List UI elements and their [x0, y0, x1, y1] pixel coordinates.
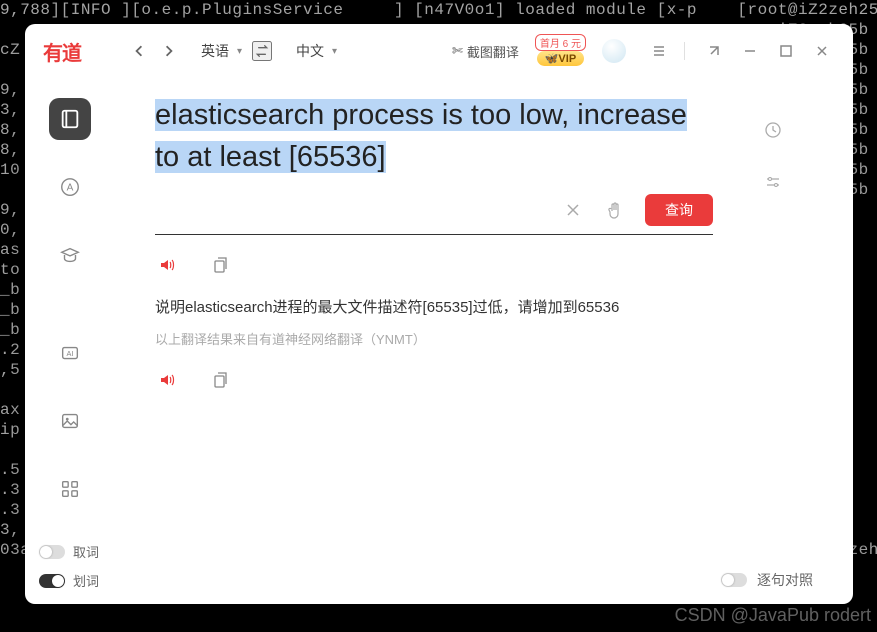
main-content: elasticsearch process is too low, increa… — [115, 78, 745, 604]
right-rail — [745, 78, 801, 604]
toggle-huaci[interactable]: 划词 — [39, 571, 115, 590]
speaker-icon — [158, 371, 176, 389]
menu-button[interactable] — [646, 38, 672, 64]
target-language-label: 中文 — [296, 41, 324, 61]
clock-icon — [764, 121, 782, 139]
translation-result-text: 说明elasticsearch进程的最大文件描述符[65535]过低，请增加到6… — [155, 295, 713, 321]
avatar[interactable] — [602, 39, 626, 63]
speak-source-button[interactable] — [155, 253, 179, 277]
close-icon — [564, 201, 582, 219]
query-button[interactable]: 查询 — [645, 194, 713, 226]
copy-source-button[interactable] — [207, 253, 231, 277]
svg-text:AI: AI — [67, 349, 74, 358]
image-icon — [59, 410, 81, 432]
scissors-icon: ✄ — [452, 43, 463, 59]
divider — [684, 42, 685, 60]
sliders-icon — [764, 173, 782, 191]
vip-promo-label: 首月 6 元 — [535, 34, 586, 51]
sidebar-item-image[interactable] — [49, 400, 91, 442]
handwrite-button[interactable] — [603, 198, 627, 222]
speaker-icon — [158, 256, 176, 274]
body-area: A AI 取词 划词 — [25, 78, 853, 604]
minimize-button[interactable] — [737, 38, 763, 64]
sidebar-item-annotate[interactable]: A — [49, 166, 91, 208]
apps-icon — [59, 478, 81, 500]
book-icon — [59, 108, 81, 130]
sidebar-item-dictionary[interactable] — [49, 98, 91, 140]
youdao-window: 有道 英语 ▾ 中文 ▾ ✄ 截图翻译 首月 6 元 🦋 VIP — [25, 24, 853, 604]
target-language-select[interactable]: 中文 ▾ — [296, 41, 337, 61]
source-text-selection: elasticsearch process is too low, increa… — [155, 99, 687, 173]
toggle-label: 划词 — [73, 571, 99, 590]
sidebar-item-learn[interactable] — [49, 234, 91, 276]
graduation-cap-icon — [59, 244, 81, 266]
a-circle-icon: A — [59, 176, 81, 198]
clear-button[interactable] — [561, 198, 585, 222]
footer-toggle: 逐句对照 — [721, 570, 813, 590]
toggle-quci[interactable]: 取词 — [39, 542, 115, 561]
settings-button[interactable] — [761, 170, 785, 194]
source-language-label: 英语 — [201, 41, 229, 61]
result-actions-1 — [155, 253, 713, 277]
input-section: elasticsearch process is too low, increa… — [155, 88, 713, 235]
chevron-down-icon: ▾ — [332, 46, 337, 57]
popout-button[interactable] — [701, 38, 727, 64]
svg-text:A: A — [67, 183, 74, 194]
ai-icon: AI — [59, 342, 81, 364]
close-button[interactable] — [809, 38, 835, 64]
sidebar-item-apps[interactable] — [49, 468, 91, 510]
screenshot-translate-label: 截图翻译 — [467, 42, 519, 61]
source-language-select[interactable]: 英语 ▾ — [201, 41, 242, 61]
history-button[interactable] — [761, 118, 785, 142]
vip-label: 🦋 VIP — [537, 51, 584, 66]
speak-result-button[interactable] — [155, 368, 179, 392]
source-text-input[interactable]: elasticsearch process is too low, increa… — [155, 88, 713, 184]
brand-logo: 有道 — [43, 37, 93, 65]
sentence-align-label: 逐句对照 — [757, 570, 813, 590]
copy-result-button[interactable] — [207, 368, 231, 392]
copy-icon — [210, 256, 228, 274]
toggle-label: 取词 — [73, 542, 99, 561]
vip-badge[interactable]: 首月 6 元 🦋 VIP — [535, 36, 586, 66]
swap-languages-button[interactable] — [252, 41, 272, 61]
titlebar: 有道 英语 ▾ 中文 ▾ ✄ 截图翻译 首月 6 元 🦋 VIP — [25, 24, 853, 78]
chevron-down-icon: ▾ — [237, 46, 242, 57]
copy-icon — [210, 371, 228, 389]
forward-button[interactable] — [157, 39, 181, 63]
result-actions-2 — [155, 368, 713, 392]
watermark: CSDN @JavaPub rodert — [675, 605, 871, 626]
sentence-align-toggle[interactable] — [721, 573, 747, 587]
sidebar-item-ai[interactable]: AI — [49, 332, 91, 374]
toggle-switch[interactable] — [39, 545, 65, 559]
toggle-switch[interactable] — [39, 574, 65, 588]
translation-note: 以上翻译结果来自有道神经网络翻译（YNMT） — [155, 329, 713, 348]
sidebar-bottom-toggles: 取词 划词 — [25, 542, 115, 590]
hand-icon — [606, 201, 624, 219]
sidebar: A AI 取词 划词 — [25, 78, 115, 604]
maximize-button[interactable] — [773, 38, 799, 64]
back-button[interactable] — [127, 39, 151, 63]
screenshot-translate-button[interactable]: ✄ 截图翻译 — [452, 42, 519, 61]
